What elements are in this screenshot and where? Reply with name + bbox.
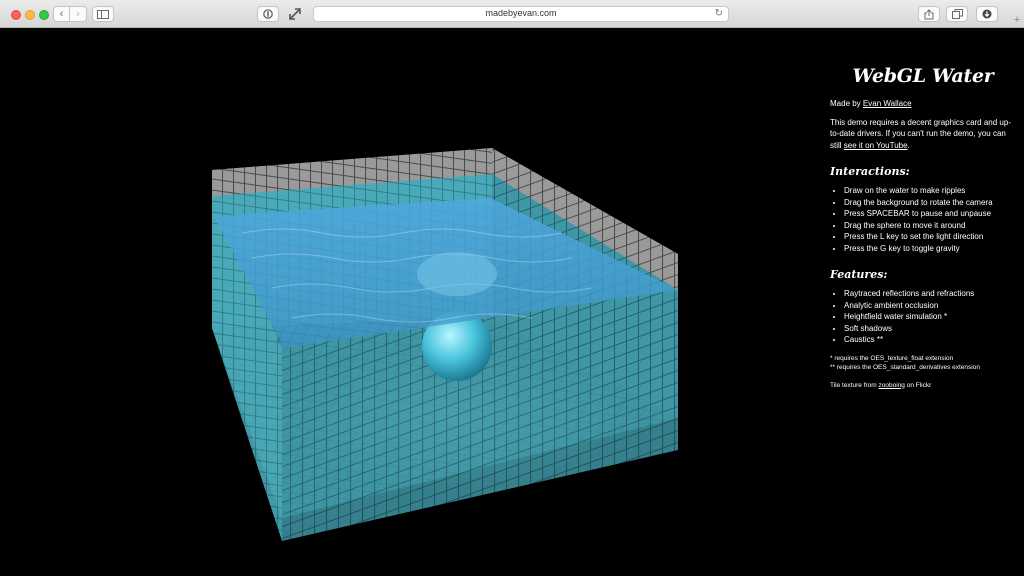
list-item: Heightfield water simulation * — [844, 311, 1016, 323]
list-item: Press the L key to set the light directi… — [844, 231, 1016, 243]
navigation-buttons: ‹ › — [53, 6, 87, 22]
author-line: Made by Evan Wallace — [830, 98, 1016, 110]
list-item: Press SPACEBAR to pause and unpause — [844, 208, 1016, 220]
share-button[interactable] — [918, 6, 940, 22]
plus-icon: + — [1013, 14, 1021, 26]
fullscreen-button[interactable] — [287, 6, 305, 22]
address-bar[interactable]: madebyevan.com ↻ — [313, 6, 729, 22]
author-prefix: Made by — [830, 99, 863, 108]
minimize-window-button[interactable] — [25, 10, 35, 20]
list-item: Analytic ambient occlusion — [844, 300, 1016, 312]
list-item: Draw on the water to make ripples — [844, 185, 1016, 197]
footnote-1: * requires the OES_texture_float extensi… — [830, 354, 954, 362]
browser-window: ‹ › madebyevan.com ↻ + WebGL Water Made … — [0, 0, 1024, 576]
expand-icon — [289, 8, 301, 20]
downloads-button[interactable] — [976, 6, 998, 22]
show-tabs-button[interactable] — [946, 6, 968, 22]
list-item: Caustics ** — [844, 334, 1016, 346]
webgl-canvas[interactable]: WebGL Water Made by Evan Wallace This de… — [2, 28, 1022, 574]
forward-button[interactable]: › — [70, 6, 87, 22]
page-title: WebGL Water — [852, 65, 994, 87]
list-item: Drag the sphere to move it around — [844, 220, 1016, 232]
chevron-right-icon: › — [76, 7, 80, 20]
interactions-heading: Interactions: — [830, 165, 910, 178]
list-item: Soft shadows — [844, 323, 1016, 335]
sphere-refraction — [417, 252, 497, 296]
features-heading: Features: — [830, 268, 888, 281]
interactions-list: Draw on the water to make ripples Drag t… — [830, 185, 1016, 254]
new-tab-button[interactable]: + — [1010, 13, 1024, 27]
reload-icon[interactable]: ↻ — [715, 8, 723, 19]
youtube-link[interactable]: see it on YouTube — [844, 141, 908, 150]
credit-prefix: Tile texture from — [830, 381, 879, 389]
tabs-icon — [951, 9, 963, 19]
address-url: madebyevan.com — [485, 8, 557, 18]
intro-end: . — [907, 140, 910, 150]
maximize-window-button[interactable] — [39, 10, 49, 20]
browser-toolbar: ‹ › madebyevan.com ↻ + — [0, 0, 1024, 28]
back-button[interactable]: ‹ — [53, 6, 70, 22]
chevron-left-icon: ‹ — [59, 7, 64, 20]
footnote-2: ** requires the OES_standard_derivatives… — [830, 364, 980, 371]
credit-suffix: on Flickr — [904, 381, 932, 389]
sidebar-icon — [97, 9, 109, 19]
info-panel: WebGL Water Made by Evan Wallace This de… — [830, 64, 1016, 390]
list-item: Drag the background to rotate the camera — [844, 197, 1016, 209]
reader-button[interactable] — [257, 6, 279, 22]
tile-credit: Tile texture from zooboing on Flickr — [830, 381, 1016, 391]
close-window-button[interactable] — [11, 10, 21, 20]
zooboing-link[interactable]: zooboing — [879, 382, 905, 389]
features-list: Raytraced reflections and refractions An… — [830, 288, 1016, 346]
reader-icon — [263, 9, 273, 19]
intro-paragraph: This demo requires a decent graphics car… — [830, 117, 1016, 152]
author-link[interactable]: Evan Wallace — [863, 99, 912, 108]
download-icon — [982, 9, 992, 19]
share-icon — [924, 8, 934, 19]
list-item: Raytraced reflections and refractions — [844, 288, 1016, 300]
sidebar-toggle-button[interactable] — [92, 6, 114, 22]
list-item: Press the G key to toggle gravity — [844, 243, 1016, 255]
